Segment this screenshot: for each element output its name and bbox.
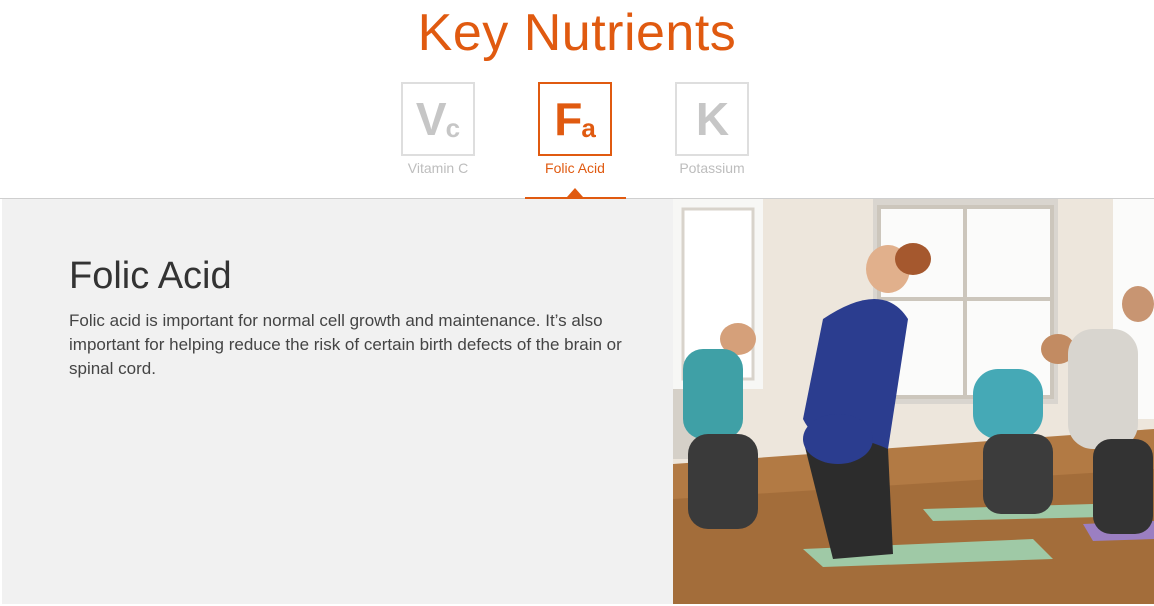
symbol-sub: c [445,112,461,143]
tab-folic-acid[interactable]: Fa Folic Acid [525,82,625,176]
nutrient-tabs: Vc Vitamin C Fa Folic Acid K Potassium [0,82,1154,200]
detail-body: Folic acid is important for normal cell … [69,311,622,378]
tab-vitamin-c[interactable]: Vc Vitamin C [388,82,488,176]
symbol-main: K [695,93,729,145]
symbol-main: F [554,93,582,145]
tab-label: Potassium [679,160,745,176]
symbol-main: V [415,93,447,145]
active-tab-pointer-icon [567,188,583,197]
folic-acid-icon: Fa [538,82,612,156]
tab-label: Folic Acid [545,160,605,176]
vitamin-c-icon: Vc [401,82,475,156]
tab-potassium[interactable]: K Potassium [662,82,762,176]
tab-label: Vitamin C [407,160,469,176]
detail-heading: Folic Acid [69,255,232,297]
yoga-class-photo [673,199,1154,604]
nutrient-detail-panel: Folic Acid Folic acid is important for n… [2,199,673,604]
page-title: Key Nutrients [417,4,737,62]
symbol-sub: a [581,112,596,143]
potassium-icon: K [675,82,749,156]
